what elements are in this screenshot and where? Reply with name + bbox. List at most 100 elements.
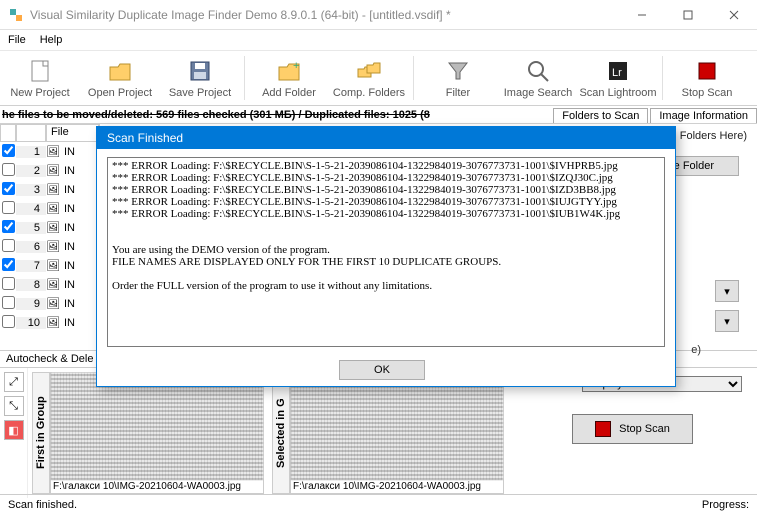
row-number: 4 xyxy=(16,203,46,215)
selected-thumbnail[interactable] xyxy=(291,373,503,480)
row-number: 5 xyxy=(16,222,46,234)
col-file[interactable]: File xyxy=(46,124,99,142)
image-file-icon: 🖼 xyxy=(46,164,64,177)
selected-caption: F:\галакси 10\IMG-20210604-WA0003.jpg xyxy=(291,480,503,493)
status-text: he files to be moved/deleted: 569 files … xyxy=(0,109,551,121)
row-filename: IN xyxy=(64,184,99,196)
row-filename: IN xyxy=(64,146,99,158)
row-filename: IN xyxy=(64,260,99,272)
table-row[interactable]: 4🖼IN xyxy=(0,199,99,218)
row-number: 7 xyxy=(16,260,46,272)
row-checkbox[interactable] xyxy=(0,239,16,255)
flag-icon[interactable]: ◧ xyxy=(4,420,24,440)
close-button[interactable] xyxy=(711,0,757,30)
image-file-icon: 🖼 xyxy=(46,202,64,215)
row-filename: IN xyxy=(64,317,99,329)
filter-button[interactable]: Filter xyxy=(418,52,498,104)
table-row[interactable]: 7🖼IN xyxy=(0,256,99,275)
menubar: File Help xyxy=(0,30,757,50)
row-checkbox[interactable] xyxy=(0,182,16,198)
image-file-icon: 🖼 xyxy=(46,221,64,234)
row-checkbox[interactable] xyxy=(0,144,16,160)
fit-icon[interactable]: ⤢ xyxy=(4,372,24,392)
row-checkbox[interactable] xyxy=(0,296,16,312)
dialog-ok-button[interactable]: OK xyxy=(339,360,425,380)
zoom-icon[interactable]: ⤡ xyxy=(4,396,24,416)
window-title: Visual Similarity Duplicate Image Finder… xyxy=(30,8,619,22)
row-checkbox[interactable] xyxy=(0,258,16,274)
bottom-statusbar: Scan finished. Progress: xyxy=(0,494,757,514)
minimize-button[interactable] xyxy=(619,0,665,30)
image-file-icon: 🖼 xyxy=(46,259,64,272)
dialog-title: Scan Finished xyxy=(97,127,675,149)
first-in-group: First in Group F:\галакси 10\IMG-2021060… xyxy=(28,368,268,498)
save-project-button[interactable]: Save Project xyxy=(160,52,240,104)
stop-scan-button[interactable]: Stop Scan xyxy=(667,52,747,104)
row-number: 3 xyxy=(16,184,46,196)
row-number: 8 xyxy=(16,279,46,291)
row-filename: IN xyxy=(64,241,99,253)
row-checkbox[interactable] xyxy=(0,220,16,236)
first-thumbnail[interactable] xyxy=(51,373,263,480)
menu-file[interactable]: File xyxy=(8,34,26,46)
row-number: 10 xyxy=(16,317,46,329)
image-search-button[interactable]: Image Search xyxy=(498,52,578,104)
menu-help[interactable]: Help xyxy=(40,34,63,46)
tab-image-information[interactable]: Image Information xyxy=(650,108,757,123)
side-dropdowns: ▾ ▾ xyxy=(715,280,739,332)
image-file-icon: 🖼 xyxy=(46,183,64,196)
side-dropdown-2[interactable]: ▾ xyxy=(715,310,739,332)
table-row[interactable]: 8🖼IN xyxy=(0,275,99,294)
row-number: 6 xyxy=(16,241,46,253)
comp-folders-button[interactable]: Comp. Folders xyxy=(329,52,409,104)
table-row[interactable]: 5🖼IN xyxy=(0,218,99,237)
row-number: 9 xyxy=(16,298,46,310)
row-filename: IN xyxy=(64,279,99,291)
row-checkbox[interactable] xyxy=(0,163,16,179)
row-checkbox[interactable] xyxy=(0,201,16,217)
status-left: Scan finished. xyxy=(8,499,702,511)
preview-row: ⤢ ⤡ ◧ First in Group F:\галакси 10\IMG-2… xyxy=(0,368,757,498)
svg-text:Lr: Lr xyxy=(612,67,622,79)
row-filename: IN xyxy=(64,298,99,310)
scan-lightroom-button[interactable]: LrScan Lightroom xyxy=(578,52,658,104)
after-scan-panel: After scan: Display Results Stop Scan xyxy=(508,368,757,498)
status-line: he files to be moved/deleted: 569 files … xyxy=(0,106,757,124)
scan-finished-dialog: Scan Finished *** ERROR Loading: F:\$REC… xyxy=(96,126,676,387)
selected-in-group: Selected in G F:\галакси 10\IMG-20210604… xyxy=(268,368,508,498)
add-folder-button[interactable]: +Add Folder xyxy=(249,52,329,104)
stop-icon xyxy=(595,421,611,437)
dialog-log[interactable]: *** ERROR Loading: F:\$RECYCLE.BIN\S-1-5… xyxy=(107,157,665,347)
stop-scan-big-button[interactable]: Stop Scan xyxy=(572,414,693,444)
row-number: 1 xyxy=(16,146,46,158)
table-row[interactable]: 1🖼IN xyxy=(0,142,99,161)
side-dropdown-1[interactable]: ▾ xyxy=(715,280,739,302)
row-filename: IN xyxy=(64,165,99,177)
file-list: File 1🖼IN2🖼IN3🖼IN4🖼IN5🖼IN6🖼IN7🖼IN8🖼IN9🖼I… xyxy=(0,124,100,350)
toolbar: New Project Open Project Save Project +A… xyxy=(0,50,757,106)
table-row[interactable]: 9🖼IN xyxy=(0,294,99,313)
app-icon xyxy=(8,7,24,23)
row-checkbox[interactable] xyxy=(0,315,16,331)
table-row[interactable]: 6🖼IN xyxy=(0,237,99,256)
maximize-button[interactable] xyxy=(665,0,711,30)
table-row[interactable]: 10🖼IN xyxy=(0,313,99,332)
image-file-icon: 🖼 xyxy=(46,278,64,291)
progress-label: Progress: xyxy=(702,499,749,511)
table-row[interactable]: 2🖼IN xyxy=(0,161,99,180)
image-file-icon: 🖼 xyxy=(46,145,64,158)
open-project-button[interactable]: Open Project xyxy=(80,52,160,104)
row-checkbox[interactable] xyxy=(0,277,16,293)
image-file-icon: 🖼 xyxy=(46,297,64,310)
row-filename: IN xyxy=(64,222,99,234)
table-row[interactable]: 3🖼IN xyxy=(0,180,99,199)
row-number: 2 xyxy=(16,165,46,177)
partial-text: e) xyxy=(691,344,701,356)
row-filename: IN xyxy=(64,203,99,215)
first-caption: F:\галакси 10\IMG-20210604-WA0003.jpg xyxy=(51,480,263,493)
image-file-icon: 🖼 xyxy=(46,316,64,329)
preview-tools: ⤢ ⤡ ◧ xyxy=(0,368,28,498)
tab-folders-to-scan[interactable]: Folders to Scan xyxy=(553,108,648,123)
svg-text:+: + xyxy=(293,60,299,72)
new-project-button[interactable]: New Project xyxy=(0,52,80,104)
